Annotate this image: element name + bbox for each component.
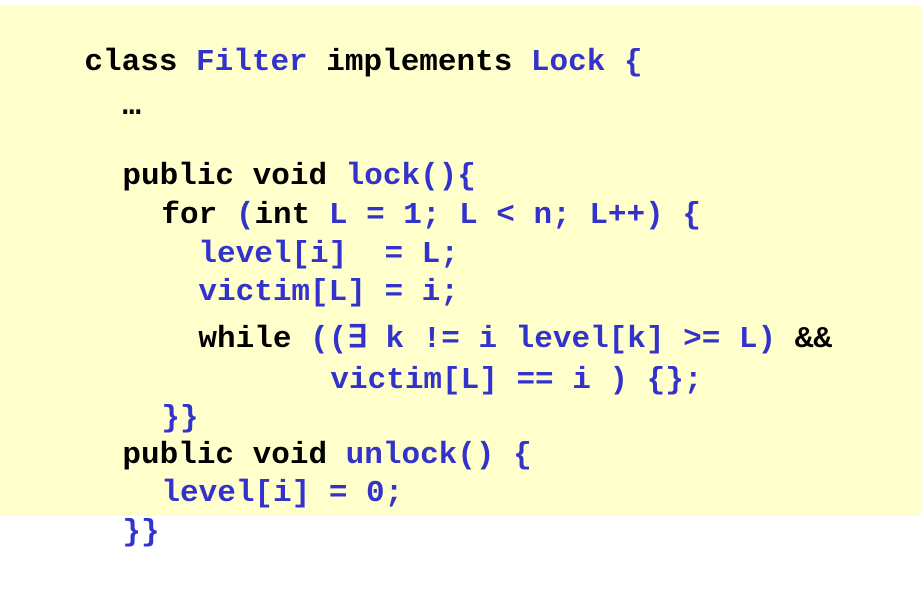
- code-line-while: while ((∃ k != i level[k] >= L) &&: [124, 283, 832, 357]
- code-line-victim-assign: victim[L] = i;: [124, 236, 458, 310]
- code-line-level-assign: level[i] = L;: [124, 198, 458, 272]
- code-line-close-for: }}: [87, 362, 198, 436]
- code-line-level-reset: level[i] = 0;: [87, 437, 403, 511]
- level-reset: level[i] = 0;: [161, 476, 404, 511]
- code-line-ellipsis: …: [48, 50, 141, 124]
- code-panel: class Filter implements Lock { … public …: [0, 5, 921, 550]
- code-line-while-continuation: victim[L] == i ) {};: [256, 324, 702, 398]
- while-condition-continuation: victim[L] == i ) {};: [330, 363, 703, 398]
- open-brace: {: [623, 45, 643, 80]
- interface-name: Lock: [530, 45, 606, 80]
- operator-and: &&: [794, 322, 832, 357]
- ellipsis: …: [122, 89, 142, 124]
- code-line-unlock-signature: public void unlock() {: [48, 399, 531, 473]
- keyword-implements: implements: [326, 45, 513, 80]
- code-line-close-class: }}: [48, 476, 159, 550]
- class-name: Filter: [196, 45, 308, 80]
- closing-braces: }}: [122, 515, 160, 550]
- code-line-for-loop: for (int L = 1; L < n; L++) {: [87, 159, 701, 233]
- code-line-lock-signature: public void lock(){: [48, 120, 475, 194]
- code-line-class-declaration: class Filter implements Lock {: [10, 6, 642, 80]
